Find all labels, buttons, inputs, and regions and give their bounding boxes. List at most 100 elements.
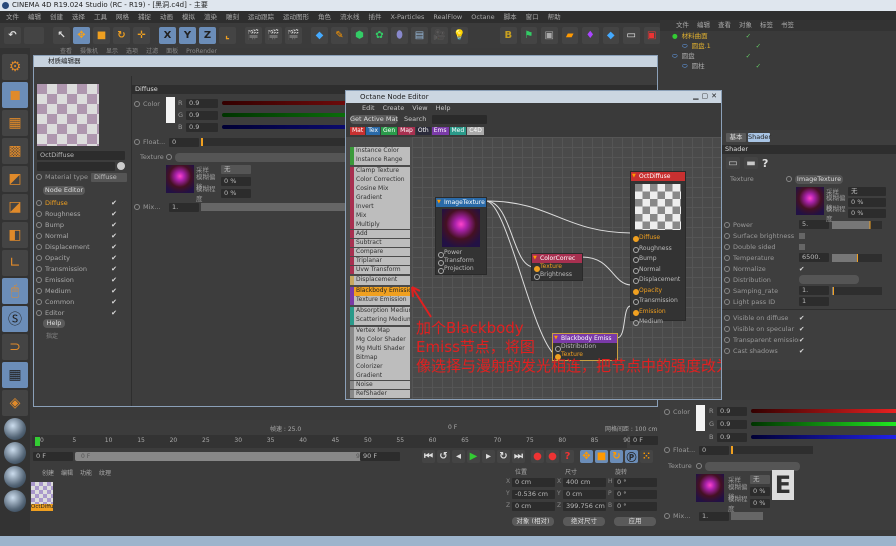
red-field[interactable]: 0.9 xyxy=(186,98,218,108)
sampling-dropdown[interactable]: 无 xyxy=(750,474,770,484)
pin-roughness[interactable]: Roughness xyxy=(631,244,685,255)
animate-icon[interactable] xyxy=(724,265,730,272)
rotation-field[interactable]: 0 ° xyxy=(614,502,657,511)
node-list-item[interactable]: Gradient xyxy=(350,193,410,203)
node-list-item[interactable]: Noise xyxy=(350,380,410,390)
object-menu-item[interactable]: 编辑 xyxy=(697,20,710,31)
menu-item[interactable]: 运动跟踪 xyxy=(248,11,274,23)
node-list-item[interactable]: Instance Color xyxy=(350,147,410,156)
sampling-dropdown[interactable]: 无 xyxy=(221,164,251,174)
animate-icon[interactable] xyxy=(724,336,730,343)
animate-icon[interactable] xyxy=(664,409,670,415)
render-settings-icon[interactable]: 🎬 xyxy=(285,27,302,44)
animate-icon[interactable] xyxy=(724,314,730,321)
material-menu-item[interactable]: 纹理 xyxy=(99,468,111,477)
menu-item[interactable]: 窗口 xyxy=(526,11,539,23)
size-field[interactable]: 399.756 cm xyxy=(563,502,606,511)
pin-brightness[interactable]: Brightness xyxy=(532,271,582,280)
move-tool-icon[interactable]: ✥ xyxy=(73,27,90,44)
material-menu-item[interactable]: 编辑 xyxy=(61,468,73,477)
end-frame-field[interactable]: 90 F xyxy=(360,452,400,461)
checkbox-checked-icon[interactable]: ✔ xyxy=(111,298,117,306)
sphere-icon[interactable] xyxy=(4,442,26,464)
node-list-item[interactable]: Triplanar xyxy=(350,256,410,266)
checkbox-checked-icon[interactable]: ✔ xyxy=(111,232,117,240)
node-menu-item[interactable]: View xyxy=(412,103,427,113)
rotate-tool-icon[interactable]: ↻ xyxy=(113,27,130,44)
node-list-item[interactable]: Cosine Mix xyxy=(350,184,410,194)
category-tab-c4d[interactable]: C4D xyxy=(467,127,484,135)
pin-power[interactable]: Power xyxy=(436,249,486,258)
menu-item[interactable]: 文件 xyxy=(6,11,19,23)
texture-options-icon[interactable] xyxy=(786,176,792,182)
checkbox-unchecked-icon[interactable] xyxy=(799,243,805,250)
menu-item[interactable]: 模拟 xyxy=(182,11,195,23)
plugin-icon[interactable]: ◆ xyxy=(602,27,619,44)
cloner-icon[interactable]: ✿ xyxy=(371,27,388,44)
category-tab-tex[interactable]: Tex xyxy=(366,127,381,135)
axis-mode-icon[interactable]: ∟ xyxy=(2,250,28,276)
category-tab-mat[interactable]: Mat xyxy=(350,127,366,135)
checkbox-checked-icon[interactable]: ✔ xyxy=(111,265,117,273)
material-name-field[interactable]: OctDiffuse xyxy=(37,151,125,160)
undo-icon[interactable]: ↶ xyxy=(4,27,21,44)
mix-field[interactable]: 1. xyxy=(169,202,199,212)
tab-shader[interactable]: Shader xyxy=(748,133,771,142)
channel-opacity[interactable]: Opacity ✔ xyxy=(34,252,131,263)
blur-scale-field[interactable]: 0 % xyxy=(221,188,251,198)
node-list-item[interactable]: Displacement xyxy=(350,276,410,286)
material-thumbnail[interactable] xyxy=(31,482,53,504)
channel-common[interactable]: Common ✔ xyxy=(34,296,131,307)
visibility-check-icon[interactable]: ✓ xyxy=(756,41,761,51)
node-menu-item[interactable]: Edit xyxy=(362,103,375,113)
node-list-item[interactable]: Scattering Medium xyxy=(350,315,410,325)
category-tab-oth[interactable]: Oth xyxy=(415,127,431,135)
distribution-shader-button[interactable] xyxy=(799,275,859,284)
node-list-item[interactable]: Bitmap xyxy=(350,353,410,363)
pin-texture[interactable]: Texture xyxy=(532,263,582,272)
blur-offset-field[interactable]: 0 % xyxy=(221,176,251,186)
menu-item[interactable]: 脚本 xyxy=(504,11,517,23)
channel-normal[interactable]: Normal ✔ xyxy=(34,230,131,241)
menu-item[interactable]: Octane xyxy=(471,11,494,23)
get-active-mat-button[interactable]: Get Active Mat xyxy=(350,114,398,124)
menu-item[interactable]: X-Particles xyxy=(391,11,425,23)
object-row[interactable]: ● 材料曲面 ✓ xyxy=(668,31,896,41)
edges-mode-icon[interactable]: ◪ xyxy=(2,194,28,220)
green-field[interactable]: 0.9 xyxy=(717,419,747,429)
key-position-icon[interactable]: ✥ xyxy=(580,450,593,463)
redo-icon[interactable] xyxy=(24,27,44,44)
octane-b-icon[interactable]: B xyxy=(500,27,517,44)
menu-item[interactable]: 工具 xyxy=(94,11,107,23)
node-list-item[interactable]: Colorizer xyxy=(350,362,410,372)
float-field[interactable]: 0 xyxy=(699,445,729,455)
checkbox-checked-icon[interactable]: ✔ xyxy=(111,276,117,284)
material-sub-field[interactable] xyxy=(37,162,115,171)
previous-key-icon[interactable]: ↺ xyxy=(437,450,450,463)
menu-item[interactable]: 网格 xyxy=(116,11,129,23)
menu-item[interactable]: 雕刻 xyxy=(226,11,239,23)
menu-item[interactable]: 帮助 xyxy=(548,11,561,23)
search-input[interactable] xyxy=(432,114,488,124)
model-mode-icon[interactable]: ◼ xyxy=(2,82,28,108)
node-list-item[interactable]: Mg Multi Shader xyxy=(350,344,410,354)
category-tab-map[interactable]: Map xyxy=(398,127,415,135)
node-editor-button[interactable]: Node Editor xyxy=(43,186,85,195)
size-field[interactable]: 400 cm xyxy=(563,478,606,487)
param-field[interactable]: 无 xyxy=(848,186,886,196)
object-row[interactable]: ⬭ 圆柱 ✓ xyxy=(668,61,896,71)
visibility-check-icon[interactable]: ✓ xyxy=(756,61,761,71)
lock-icon[interactable]: ◈ xyxy=(2,390,28,416)
node-list-item[interactable]: Texture Emission xyxy=(350,296,410,305)
node-list-item[interactable]: Compare xyxy=(350,247,410,257)
visibility-check-icon[interactable]: ✓ xyxy=(746,31,751,41)
texture-shader-button[interactable]: ImageTexture xyxy=(795,174,843,184)
checkbox-checked-icon[interactable]: ✔ xyxy=(799,314,804,322)
close-icon[interactable]: ✕ xyxy=(711,92,717,100)
menu-item[interactable]: 创建 xyxy=(50,11,63,23)
maximize-icon[interactable]: ▢ xyxy=(702,92,709,100)
animate-icon[interactable] xyxy=(724,347,730,354)
value-field[interactable]: 1 xyxy=(799,297,829,306)
sphere-icon[interactable] xyxy=(4,466,26,488)
pin-diffuse[interactable]: Diffuse xyxy=(631,233,685,244)
